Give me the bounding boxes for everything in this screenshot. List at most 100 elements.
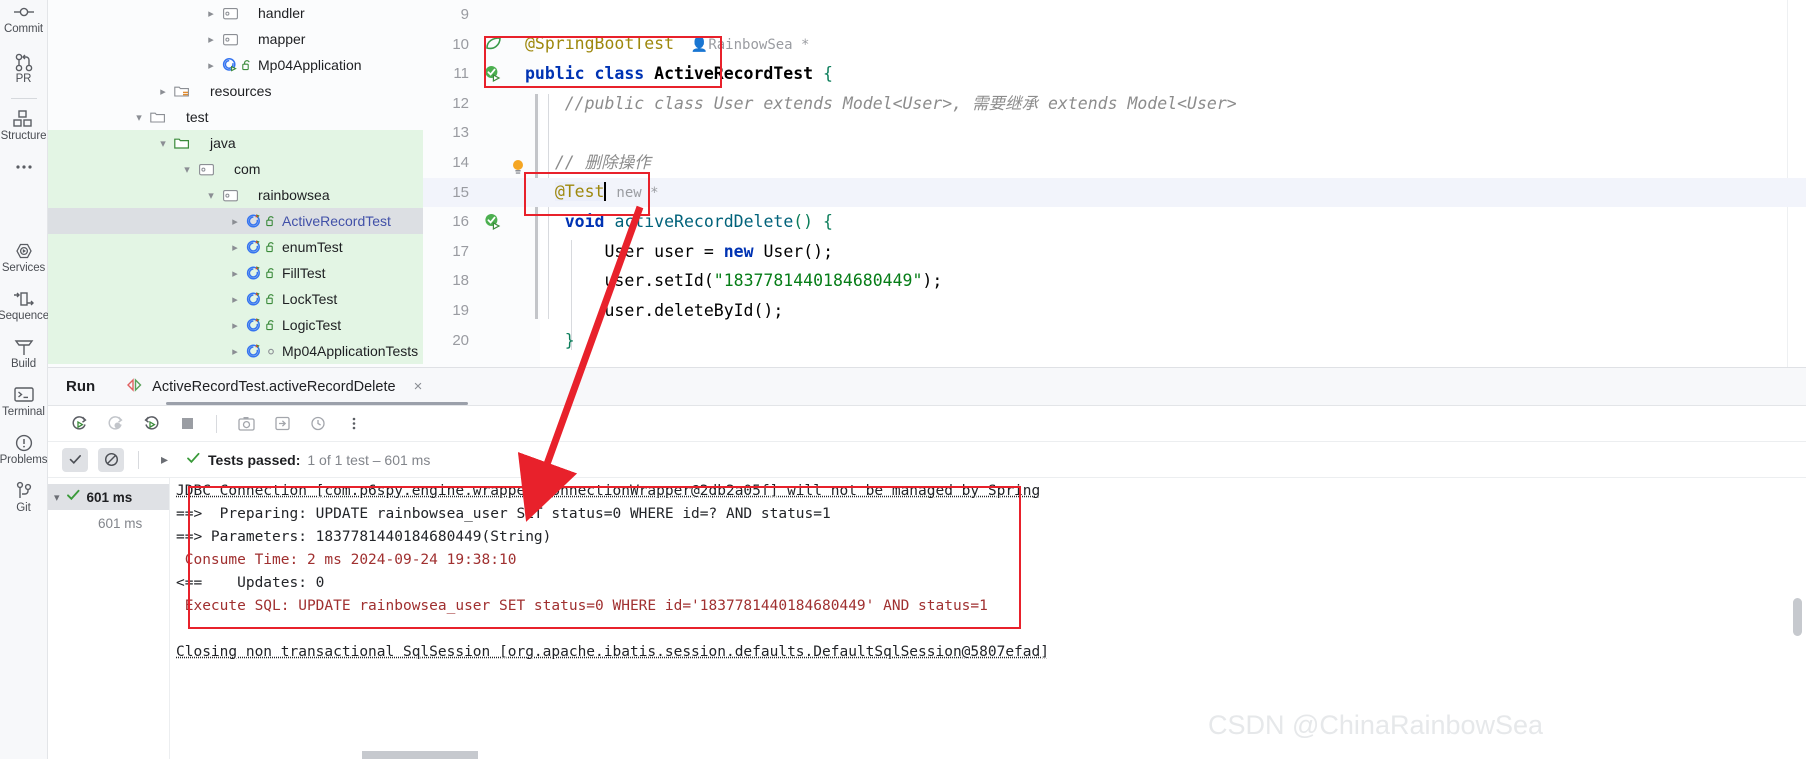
rail-item-more[interactable] xyxy=(0,157,48,177)
chevron-right-icon[interactable]: ▸ xyxy=(226,293,244,306)
code-line-9[interactable]: 9 xyxy=(423,0,1806,30)
chevron-down-icon[interactable]: ▾ xyxy=(154,137,172,150)
package-folder-icon xyxy=(220,33,240,46)
csdn-watermark: CSDN @ChinaRainbowSea xyxy=(1208,710,1543,741)
pull-request-icon xyxy=(13,52,35,72)
package-folder-icon xyxy=(196,163,216,176)
chevron-right-icon[interactable]: ▸ xyxy=(226,345,244,358)
code-content: @Test new * xyxy=(513,177,659,209)
tree-row[interactable]: ▸ LogicTest xyxy=(48,312,423,338)
git-branch-icon xyxy=(13,481,35,501)
line-number: 10 xyxy=(423,30,473,60)
code-line-17[interactable]: 17 User user = new User(); xyxy=(423,237,1806,267)
chevron-right-icon[interactable]: ▸ xyxy=(226,267,244,280)
line-number: 20 xyxy=(423,326,473,356)
terminal-icon xyxy=(12,385,36,405)
chevron-right-icon[interactable]: ▸ xyxy=(226,215,244,228)
tree-row[interactable]: ▾ java xyxy=(48,130,423,156)
code-content: // 删除操作 xyxy=(513,148,651,178)
tree-row[interactable]: ▸ mapper xyxy=(48,26,423,52)
tab-active-indicator xyxy=(166,402,468,405)
chevron-down-icon[interactable]: ▾ xyxy=(54,491,60,504)
tree-row[interactable]: ▸ FillTest xyxy=(48,260,423,286)
code-line-13[interactable]: 13 xyxy=(423,118,1806,148)
tab-active-record-test[interactable]: ActiveRecordTest.activeRecordDelete × xyxy=(125,378,422,396)
code-line-11[interactable]: 11 public class ActiveRecordTest { xyxy=(423,59,1806,89)
services-icon xyxy=(12,241,36,261)
test-tree-child-row[interactable]: 601 ms xyxy=(48,510,169,536)
rail-item-commit[interactable]: Commit xyxy=(0,2,48,36)
closing-brace: } xyxy=(565,331,575,350)
tree-row[interactable]: ▾ test xyxy=(48,104,423,130)
rerun-icon[interactable] xyxy=(68,413,90,435)
console-horizontal-scrollbar[interactable] xyxy=(362,751,478,759)
code-editor[interactable]: 9 10 @SpringBootTest 👤RainbowSea * 11 pu… xyxy=(423,0,1806,367)
rail-item-pr[interactable]: PR xyxy=(0,52,48,86)
line-number: 19 xyxy=(423,296,473,326)
close-icon[interactable]: × xyxy=(414,378,423,395)
chevron-down-icon[interactable]: ▾ xyxy=(130,111,148,124)
string-literal-id: "1837781440184680449" xyxy=(714,271,923,290)
tree-row-active-record-test[interactable]: ▸ ActiveRecordTest xyxy=(48,208,423,234)
rail-item-sequence[interactable]: Sequence xyxy=(0,289,48,323)
tree-row[interactable]: ▸ resources xyxy=(48,78,423,104)
chevron-right-icon[interactable]: ▸ xyxy=(226,241,244,254)
chevron-down-icon[interactable]: ▾ xyxy=(202,189,220,202)
run-test-class-icon[interactable] xyxy=(473,64,513,84)
unlock-icon xyxy=(264,319,278,331)
tree-row[interactable]: ▸ LockTest xyxy=(48,286,423,312)
chevron-right-icon[interactable]: ▸ xyxy=(154,85,172,98)
tree-row[interactable]: ▸ enumTest xyxy=(48,234,423,260)
chevron-right-icon[interactable]: ▸ xyxy=(226,319,244,332)
chevron-right-icon[interactable]: ▸ xyxy=(202,59,220,72)
code-line-10[interactable]: 10 @SpringBootTest 👤RainbowSea * xyxy=(423,30,1806,60)
code-line-20[interactable]: 20 } xyxy=(423,326,1806,356)
toggle-auto-test-icon[interactable] xyxy=(140,413,162,435)
project-tool-window[interactable]: ▸ handler ▸ mapper ▸ Mp04Applica xyxy=(48,0,423,367)
run-test-method-icon[interactable] xyxy=(473,212,513,232)
tree-row[interactable]: ▸ handler xyxy=(48,0,423,26)
console-output[interactable]: JDBC Connection [com.p6spy.engine.wrappe… xyxy=(170,478,1806,759)
method-name: activeRecordDelete xyxy=(614,212,793,231)
code-line-15[interactable]: 15 @Test new * xyxy=(423,178,1806,208)
test-tree-root-row[interactable]: ▾ 601 ms xyxy=(48,484,169,510)
tree-row[interactable]: ▾ rainbowsea xyxy=(48,182,423,208)
rail-item-services[interactable]: Services xyxy=(0,241,48,275)
green-check-icon xyxy=(186,452,201,468)
visibility-circle-icon xyxy=(264,345,278,357)
test-results-tree[interactable]: ▾ 601 ms 601 ms xyxy=(48,478,170,759)
spring-bean-icon[interactable] xyxy=(473,35,513,54)
rerun-failed-icon[interactable] xyxy=(104,413,126,435)
chevron-down-icon[interactable]: ▾ xyxy=(178,163,196,176)
unlock-icon xyxy=(264,293,278,305)
test-history-icon[interactable] xyxy=(307,413,329,435)
code-content: public class ActiveRecordTest { xyxy=(513,59,833,89)
expand-tree-icon[interactable]: ▸ xyxy=(153,451,176,468)
code-line-18[interactable]: 18 user.setId("1837781440184680449"); xyxy=(423,266,1806,296)
rail-item-git[interactable]: Git xyxy=(0,481,48,515)
rail-label-terminal: Terminal xyxy=(2,405,45,419)
rail-item-terminal[interactable]: Terminal xyxy=(0,385,48,419)
screenshot-icon[interactable] xyxy=(235,413,257,435)
show-ignored-toggle[interactable] xyxy=(98,448,124,472)
show-passed-toggle[interactable] xyxy=(62,448,88,472)
tree-row[interactable]: ▾ com xyxy=(48,156,423,182)
rail-item-build[interactable]: Build xyxy=(0,337,48,371)
tree-row[interactable]: ▸ Mp04ApplicationTests xyxy=(48,338,423,364)
chevron-right-icon[interactable]: ▸ xyxy=(202,33,220,46)
chevron-right-icon[interactable]: ▸ xyxy=(202,7,220,20)
type-user: User xyxy=(604,242,644,261)
rail-label-commit: Commit xyxy=(4,22,43,36)
rail-item-problems[interactable]: Problems xyxy=(0,433,48,467)
console-scrollbar[interactable] xyxy=(1793,598,1802,636)
code-line-14[interactable]: 14 // 删除操作 xyxy=(423,148,1806,178)
export-test-results-icon[interactable] xyxy=(271,413,293,435)
tree-row[interactable]: ▸ Mp04Application xyxy=(48,52,423,78)
tests-passed-label: Tests passed: xyxy=(208,452,300,468)
rail-item-structure[interactable]: Structure xyxy=(0,109,48,143)
more-vertical-icon[interactable] xyxy=(343,413,365,435)
code-line-12[interactable]: 12 //public class User extends Model<Use… xyxy=(423,89,1806,119)
code-line-19[interactable]: 19 user.deleteById(); xyxy=(423,296,1806,326)
stop-icon[interactable] xyxy=(176,413,198,435)
code-line-16[interactable]: 16 void activeRecordDelete() { xyxy=(423,207,1806,237)
